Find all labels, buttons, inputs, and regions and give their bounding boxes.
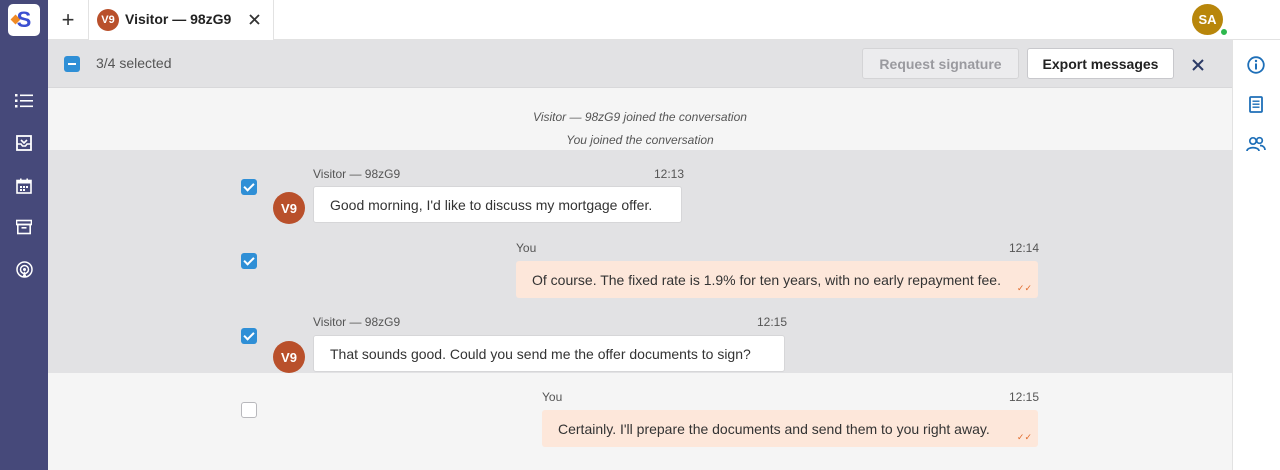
close-selection-icon[interactable] — [1188, 55, 1208, 75]
message-checkbox[interactable] — [241, 402, 257, 418]
new-tab-button[interactable]: + — [56, 7, 80, 32]
avatar: V9 — [273, 341, 305, 373]
system-message: You joined the conversation — [566, 133, 714, 147]
select-all-checkbox[interactable] — [64, 56, 80, 72]
message-sender: You — [542, 390, 563, 404]
message-checkbox[interactable] — [241, 328, 257, 344]
message-time: 12:14 — [1009, 241, 1040, 255]
info-icon[interactable] — [1246, 55, 1266, 75]
message-sender: Visitor — 98zG9 — [313, 167, 401, 181]
export-messages-button[interactable]: Export messages — [1027, 48, 1174, 79]
right-rail — [1232, 40, 1280, 470]
archive-icon[interactable] — [14, 217, 34, 237]
message-text: Of course. The fixed rate is 1.9% for te… — [532, 271, 1001, 288]
read-receipt-icon: ✓✓ — [1016, 432, 1032, 442]
avatar: V9 — [273, 192, 305, 224]
message-sender: Visitor — 98zG9 — [313, 315, 401, 329]
close-icon[interactable] — [245, 10, 263, 28]
app-logo[interactable]: S — [8, 4, 40, 36]
top-bar: + V9 Visitor — 98zG9 — [48, 0, 1280, 40]
read-receipt-icon: ✓✓ — [1016, 283, 1032, 293]
message-bubble: That sounds good. Could you send me the … — [313, 335, 785, 372]
tab-visitor[interactable]: V9 Visitor — 98zG9 — [88, 0, 274, 40]
message-text: Certainly. I'll prepare the documents an… — [558, 420, 990, 437]
message-bubble: Good morning, I'd like to discuss my mor… — [313, 186, 682, 223]
message-time: 12:13 — [654, 167, 685, 181]
message-bubble: Of course. The fixed rate is 1.9% for te… — [516, 261, 1038, 298]
online-status-badge — [1219, 27, 1229, 37]
inbox-icon[interactable] — [14, 133, 34, 153]
message-time: 12:15 — [1009, 390, 1040, 404]
request-signature-button[interactable]: Request signature — [862, 48, 1019, 79]
calendar-icon[interactable] — [14, 176, 34, 196]
message-bubble: Certainly. I'll prepare the documents an… — [542, 410, 1038, 447]
message-checkbox[interactable] — [241, 179, 257, 195]
document-icon[interactable] — [1246, 94, 1266, 114]
message-time: 12:15 — [757, 315, 788, 329]
message-checkbox[interactable] — [241, 253, 257, 269]
list-icon[interactable] — [14, 91, 34, 111]
logo-letter: S — [16, 7, 32, 32]
message-sender: You — [516, 241, 537, 255]
broadcast-icon[interactable] — [14, 259, 34, 279]
selection-toolbar: 3/4 selected Request signature Export me… — [48, 40, 1232, 88]
conversation-area: Visitor — 98zG9 joined the conversation … — [48, 88, 1232, 470]
users-icon[interactable] — [1246, 134, 1266, 154]
tab-avatar: V9 — [97, 9, 119, 31]
left-sidebar: S — [0, 0, 48, 470]
selected-count: 3/4 selected — [96, 55, 172, 71]
tab-title: Visitor — 98zG9 — [125, 11, 232, 27]
system-message: Visitor — 98zG9 joined the conversation — [533, 110, 747, 124]
